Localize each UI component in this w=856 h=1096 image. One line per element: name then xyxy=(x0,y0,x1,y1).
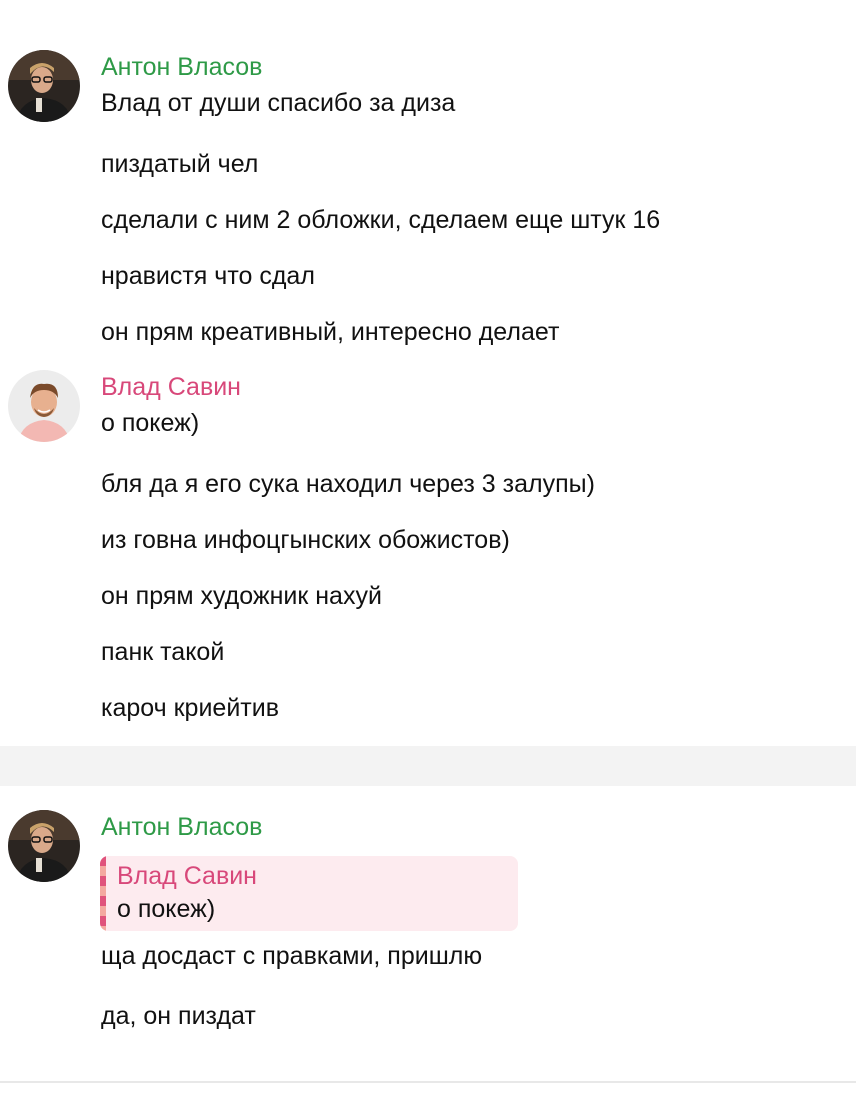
date-separator xyxy=(0,746,856,786)
message-text: бля да я его сука находил через 3 залупы… xyxy=(101,470,595,498)
sender-name-anton[interactable]: Антон Власов xyxy=(101,813,262,842)
anton-avatar[interactable] xyxy=(8,50,80,122)
sender-name-anton[interactable]: Антон Власов xyxy=(101,53,262,82)
message-text: да, он пиздат xyxy=(101,1002,256,1030)
reply-sender-name: Влад Савин xyxy=(117,862,257,890)
reply-text: о покеж) xyxy=(117,895,216,923)
divider xyxy=(0,1081,856,1083)
message-text: кароч криейтив xyxy=(101,694,279,722)
reply-quote-bar xyxy=(100,856,106,931)
anton-avatar[interactable] xyxy=(8,810,80,882)
message-text: пиздатый чел xyxy=(101,150,259,178)
message-text: ща досдаст с правками, пришлю xyxy=(101,942,483,970)
sender-name-vlad[interactable]: Влад Савин xyxy=(101,373,241,402)
message-text: панк такой xyxy=(101,638,225,666)
message-text: Влад от души спасибо за диза xyxy=(101,89,456,117)
message-text: о покеж) xyxy=(101,409,200,437)
message-text: он прям креативный, интересно делает xyxy=(101,318,560,346)
message-text: сделали с ним 2 обложки, сделаем еще шту… xyxy=(101,206,661,234)
reply-quote[interactable]: Влад Савин о покеж) xyxy=(100,856,518,931)
vlad-avatar[interactable] xyxy=(8,370,80,442)
message-text: нравистя что сдал xyxy=(101,262,315,290)
message-text: из говна инфоцгынских обожистов) xyxy=(101,526,510,554)
message-text: он прям художник нахуй xyxy=(101,582,382,610)
